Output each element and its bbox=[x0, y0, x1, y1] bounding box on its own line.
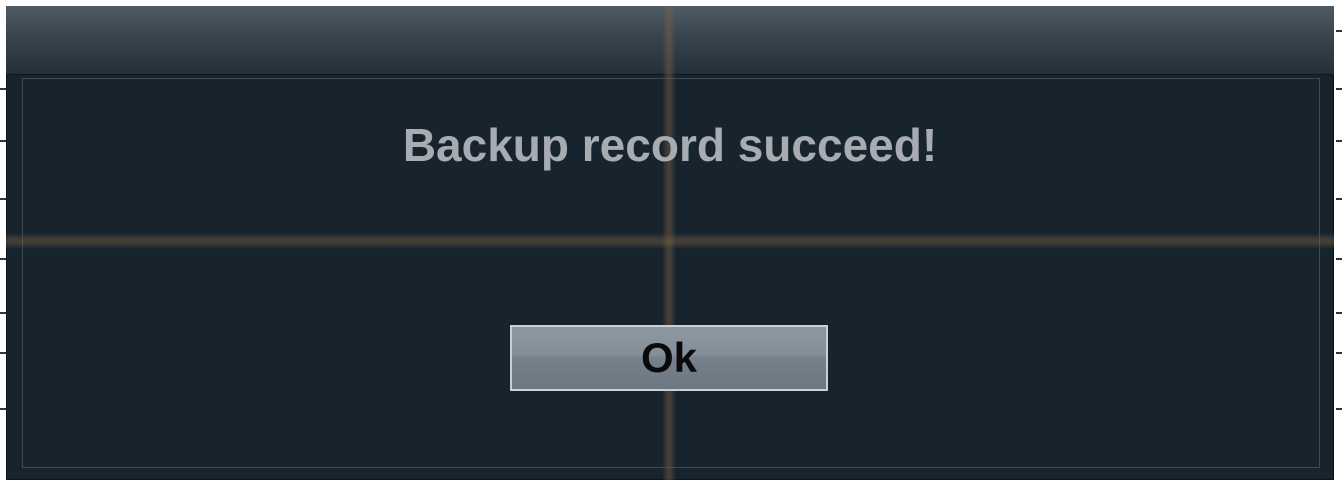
ok-button[interactable]: Ok bbox=[510, 325, 828, 391]
dialog-titlebar bbox=[6, 6, 1334, 75]
right-edge-ticks bbox=[1334, 0, 1342, 484]
dialog-message: Backup record succeed! bbox=[402, 119, 938, 171]
backup-result-dialog: Backup record succeed! Ok bbox=[6, 6, 1334, 480]
left-edge-ticks bbox=[0, 0, 6, 484]
